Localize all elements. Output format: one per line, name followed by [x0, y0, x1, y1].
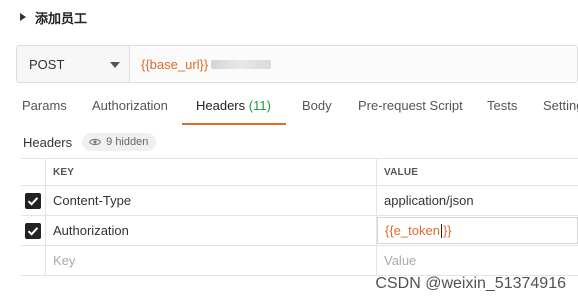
- chevron-down-icon: [110, 62, 120, 68]
- hidden-headers-toggle[interactable]: 9 hidden: [82, 133, 157, 151]
- url-bar: POST {{base_url}}: [16, 45, 578, 83]
- checkmark-icon: [27, 226, 39, 236]
- column-value: VALUE: [384, 166, 419, 178]
- headers-section: Headers 9 hidden: [23, 133, 157, 151]
- tab-authorization[interactable]: Authorization: [92, 98, 168, 113]
- tab-pre-request-script[interactable]: Pre-request Script: [358, 98, 463, 113]
- row-checkbox[interactable]: [25, 222, 41, 239]
- tab-settings[interactable]: Settings: [543, 98, 578, 113]
- header-key-field[interactable]: Content-Type: [46, 186, 377, 215]
- caret-right-icon[interactable]: [20, 13, 26, 21]
- tab-headers[interactable]: Headers (11): [196, 98, 271, 113]
- checkmark-icon: [27, 196, 39, 206]
- value-after-cursor: }}: [442, 223, 452, 238]
- row-checkbox-cell: [21, 186, 46, 215]
- new-value-field[interactable]: Value: [377, 246, 578, 275]
- header-value-field[interactable]: application/json: [377, 186, 578, 215]
- method-select[interactable]: POST: [17, 46, 130, 82]
- hidden-headers-label: 9 hidden: [106, 136, 149, 148]
- new-key-field[interactable]: Key: [46, 246, 377, 275]
- headers-table: KEY VALUE Content-Type application/json …: [21, 158, 578, 276]
- header-value-field-editing[interactable]: {{e_token}}: [377, 217, 578, 244]
- tab-tests[interactable]: Tests: [487, 98, 517, 113]
- watermark: CSDN @weixin_51374916: [375, 275, 566, 292]
- header-key-field[interactable]: Authorization: [46, 216, 377, 245]
- header-checkbox-cell: [21, 159, 46, 185]
- row-checkbox[interactable]: [25, 192, 41, 209]
- tab-body[interactable]: Body: [302, 98, 332, 113]
- url-redacted: [211, 59, 272, 69]
- tab-params[interactable]: Params: [22, 98, 67, 113]
- table-row: Authorization {{e_token}}: [21, 216, 578, 246]
- column-key: KEY: [46, 159, 377, 185]
- headers-section-title: Headers: [23, 134, 73, 150]
- table-header-row: KEY VALUE: [21, 158, 578, 186]
- tab-headers-count: (11): [248, 98, 271, 113]
- tab-headers-label: Headers: [196, 98, 246, 113]
- value-before-cursor: {{e_token: [385, 223, 440, 238]
- request-tabs: Params Authorization Headers (11) Body P…: [0, 98, 578, 126]
- table-row-new: Key Value: [21, 246, 578, 276]
- request-title[interactable]: 添加员工: [20, 6, 87, 28]
- url-variable: {{base_url}}: [141, 56, 209, 72]
- active-tab-indicator: [182, 123, 286, 125]
- method-label: POST: [29, 56, 65, 72]
- row-checkbox-cell: [21, 216, 46, 245]
- request-name: 添加员工: [35, 10, 88, 26]
- text-cursor: [440, 223, 442, 238]
- url-input[interactable]: {{base_url}}: [130, 46, 577, 82]
- row-checkbox-cell: [21, 246, 46, 275]
- eye-icon: [89, 138, 102, 146]
- table-row: Content-Type application/json: [21, 186, 578, 216]
